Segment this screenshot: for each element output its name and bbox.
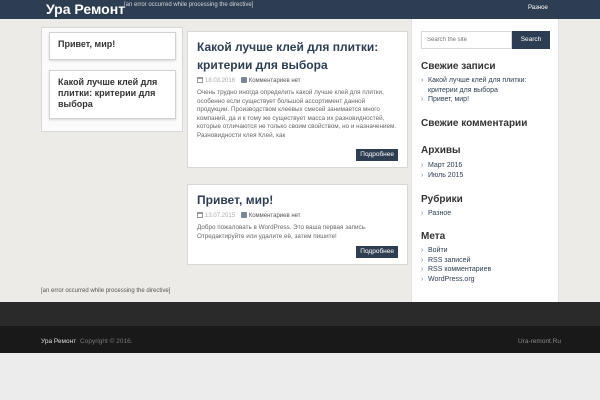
archive-link[interactable]: Март 2016 — [421, 161, 551, 171]
categories-list: Разное — [421, 209, 551, 219]
meta-link-rss-posts[interactable]: RSS записей — [421, 256, 551, 266]
calendar-icon — [197, 77, 203, 83]
meta-link-rss-comments[interactable]: RSS комментариев — [421, 265, 551, 275]
meta-link-login[interactable]: Войти — [421, 246, 551, 256]
post-title[interactable]: Привет, мир! — [197, 193, 273, 207]
post-excerpt: Добро пожаловать в WordPress. Это ваша п… — [197, 224, 367, 240]
read-more-button[interactable]: Подробнее — [356, 149, 398, 161]
search-button[interactable]: Search — [512, 31, 550, 49]
footer-copyright: Ура Ремонт Copyright © 2016. — [41, 338, 133, 345]
category-link[interactable]: Разное — [421, 209, 551, 219]
footer-domain-link[interactable]: Ura-remont.Ru — [518, 338, 561, 345]
search-input[interactable] — [421, 31, 512, 49]
categories-title: Рубрики — [421, 194, 463, 205]
post-comments-link[interactable]: Комментариев нет — [249, 213, 301, 219]
archives-title: Архивы — [421, 145, 461, 156]
post-meta: 13.07.2015 Комментариев нет — [197, 212, 398, 220]
copyright-text: Copyright © 2016. — [80, 338, 133, 345]
post-date: 13.07.2015 — [205, 213, 236, 219]
directive-error-header: [an error occurred while processing the … — [124, 2, 254, 8]
menu-item-raznoe[interactable]: Разное — [528, 5, 548, 11]
archive-link[interactable]: Июль 2015 — [421, 171, 551, 181]
page-bottom-area — [0, 353, 600, 400]
post-meta: 18.03.2016 Комментариев нет — [197, 77, 398, 85]
calendar-icon — [197, 212, 203, 218]
footer-widgets-bar — [0, 302, 600, 326]
post-excerpt: Очень трудно иногда определить какой луч… — [197, 89, 397, 139]
post-card: Какой лучше клей для плитки: критерии дл… — [187, 31, 408, 168]
recent-comments-title: Свежие комментарии — [421, 118, 528, 129]
read-more-button[interactable]: Подробнее — [356, 246, 398, 258]
recent-posts-list: Какой лучше клей для плитки: критерии дл… — [421, 76, 551, 105]
comment-icon — [240, 77, 247, 83]
directive-error-footer: [an error occurred while processing the … — [41, 288, 171, 294]
left-card-post-1[interactable]: Привет, мир! — [49, 32, 176, 60]
meta-list: Войти RSS записей RSS комментариев WordP… — [421, 246, 551, 284]
post-comments-link[interactable]: Комментариев нет — [249, 78, 301, 84]
left-card-post-2[interactable]: Какой лучше клей для плитки: критерии дл… — [49, 70, 176, 119]
post-card: Привет, мир! 13.07.2015 Комментариев нет… — [187, 184, 408, 265]
archives-list: Март 2016 Июль 2015 — [421, 161, 551, 180]
meta-link-wordpress[interactable]: WordPress.org — [421, 275, 551, 285]
footer-site-name[interactable]: Ура Ремонт — [41, 338, 76, 345]
recent-post-link[interactable]: Какой лучше клей для плитки: критерии дл… — [421, 76, 551, 95]
meta-title: Мета — [421, 231, 446, 242]
comment-icon — [240, 212, 247, 218]
post-title[interactable]: Какой лучше клей для плитки: критерии дл… — [197, 40, 378, 72]
recent-posts-title: Свежие записи — [421, 61, 496, 72]
site-title[interactable]: Ура Ремонт — [46, 0, 125, 18]
post-date: 18.03.2016 — [205, 78, 236, 84]
recent-post-link[interactable]: Привет, мир! — [421, 95, 551, 105]
